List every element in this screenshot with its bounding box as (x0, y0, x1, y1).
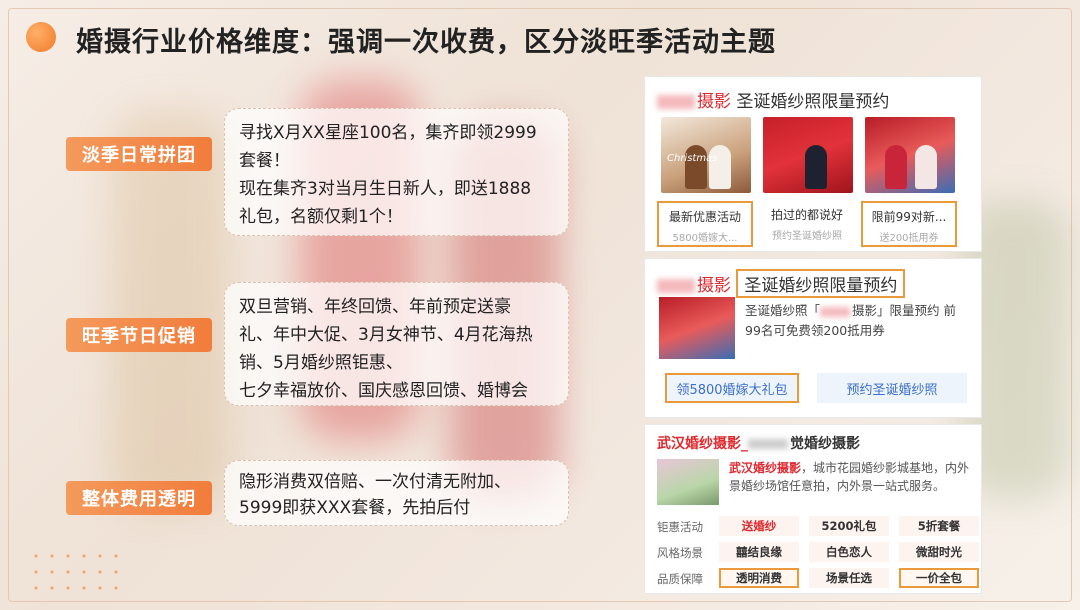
text-box-peak-season: 双旦营销、年终回馈、年前预定送豪 礼、年中大促、3月女神节、4月花海热 销、5月… (224, 282, 569, 406)
chip-gift-pack[interactable]: 5200礼包 (809, 516, 889, 536)
ad-description: 武汉婚纱摄影，城市花园婚纱影城基地，内外景婚纱场馆任意拍，内外景一站式服务。 (729, 459, 973, 495)
ad-thumbnail[interactable] (659, 297, 735, 359)
tag-peak-season: 旺季节日促销 (66, 318, 212, 352)
couple-figure-icon (885, 145, 907, 189)
peak-season-text: 双旦营销、年终回馈、年前预定送豪 礼、年中大促、3月女神节、4月花海热 销、5月… (239, 297, 533, 401)
transparent-pricing-text: 隐形消费双倍赔、一次付清无附加、 5999即获XXX套餐，先拍后付 (239, 472, 511, 518)
chip-transparent-cost[interactable]: 透明消费 (719, 568, 799, 588)
ad-panel-3: 武汉婚纱摄影_ 觉婚纱摄影 武汉婚纱摄影，城市花园婚纱影城基地，内外景婚纱场馆任意… (644, 424, 982, 594)
decorative-dots (28, 548, 118, 598)
chip-style-3[interactable]: 微甜时光 (899, 542, 979, 562)
ad-panel-2: 摄影 圣诞婚纱照限量预约 圣诞婚纱照「 摄影」限量预约 前99名可免费领200抵用… (644, 258, 982, 418)
row-label-styles: 风格场景 (657, 546, 703, 560)
ad-description: 圣诞婚纱照「 摄影」限量预约 前99名可免费领200抵用券 (745, 301, 971, 341)
card-title: 限前99对新... (871, 210, 947, 224)
gift-pack-button[interactable]: 领5800婚嫁大礼包 (665, 373, 799, 403)
headline-brand: 武汉婚纱摄影_ (657, 436, 748, 452)
tag-transparent-pricing: 整体费用透明 (66, 481, 212, 515)
groom-figure-icon (805, 145, 827, 189)
ad-panel-1: 摄影 圣诞婚纱照限量预约 Christmas 最新优惠活动 5800婚嫁大...… (644, 76, 982, 252)
ad-panel-2-header[interactable]: 摄影 圣诞婚纱照限量预约 (657, 269, 906, 298)
text-box-off-season: 寻找X月XX星座100名，集齐即领2999 套餐！ 现在集齐3对当月生日新人，即… (224, 108, 569, 236)
ad-panel-3-header[interactable]: 武汉婚纱摄影_ 觉婚纱摄影 (657, 433, 860, 453)
desc-part: 圣诞婚纱照「 (745, 303, 821, 318)
brand-suffix: 摄影 (697, 92, 731, 112)
couple-figure-icon (685, 145, 707, 189)
headline-rest: 觉婚纱摄影 (790, 436, 860, 452)
bride-figure-icon (915, 145, 937, 189)
card-subtitle: 预约圣诞婚纱照 (772, 231, 842, 242)
desc-brand: 武汉婚纱摄影 (729, 461, 802, 475)
ad-card-reviews[interactable]: 拍过的都说好 预约圣诞婚纱照 (759, 201, 855, 247)
book-christmas-button[interactable]: 预约圣诞婚纱照 (817, 373, 967, 403)
tag-off-season: 淡季日常拼团 (66, 137, 212, 171)
ad-thumbnail-2[interactable] (763, 117, 853, 193)
chip-style-2[interactable]: 白色恋人 (809, 542, 889, 562)
ad-thumbnail-1[interactable]: Christmas (661, 117, 751, 193)
thumbnail-caption: Christmas (667, 153, 718, 164)
row-label-quality: 品质保障 (657, 572, 703, 586)
chip-scene-choice[interactable]: 场景任选 (809, 568, 889, 588)
ad-thumbnail[interactable] (657, 459, 719, 505)
card-subtitle: 送200抵用券 (879, 233, 939, 244)
ad-thumbnail-3[interactable] (865, 117, 955, 193)
bride-figure-icon (709, 145, 731, 189)
ad-card-limited[interactable]: 限前99对新... 送200抵用券 (861, 201, 957, 247)
row-label-offers: 钜惠活动 (657, 520, 703, 534)
brand-suffix: 摄影 (697, 276, 731, 296)
card-subtitle: 5800婚嫁大... (672, 233, 738, 244)
ad-panel-1-header[interactable]: 摄影 圣诞婚纱照限量预约 (657, 87, 889, 112)
ad-card-latest-offer[interactable]: 最新优惠活动 5800婚嫁大... (657, 201, 753, 247)
title-bullet-icon (26, 22, 56, 52)
slide-title: 婚摄行业价格维度：强调一次收费，区分淡旺季活动主题 (76, 27, 776, 58)
ad-headline-highlighted: 圣诞婚纱照限量预约 (736, 269, 906, 298)
chip-half-price[interactable]: 5折套餐 (899, 516, 979, 536)
text-box-transparent-pricing: 隐形消费双倍赔、一次付清无附加、 5999即获XXX套餐，先拍后付 (224, 460, 569, 526)
ad-headline: 圣诞婚纱照限量预约 (736, 92, 890, 112)
chip-free-gown[interactable]: 送婚纱 (719, 516, 799, 536)
off-season-text: 寻找X月XX星座100名，集齐即领2999 套餐！ 现在集齐3对当月生日新人，即… (239, 123, 537, 227)
redacted-brand (657, 279, 695, 293)
card-title: 拍过的都说好 (770, 208, 843, 222)
card-title: 最新优惠活动 (668, 210, 741, 224)
redacted-brand (657, 95, 695, 109)
chip-all-inclusive[interactable]: 一价全包 (899, 568, 979, 588)
chip-style-1[interactable]: 囍结良缘 (719, 542, 799, 562)
redacted-brand (748, 439, 788, 449)
redacted-brand (820, 306, 851, 317)
